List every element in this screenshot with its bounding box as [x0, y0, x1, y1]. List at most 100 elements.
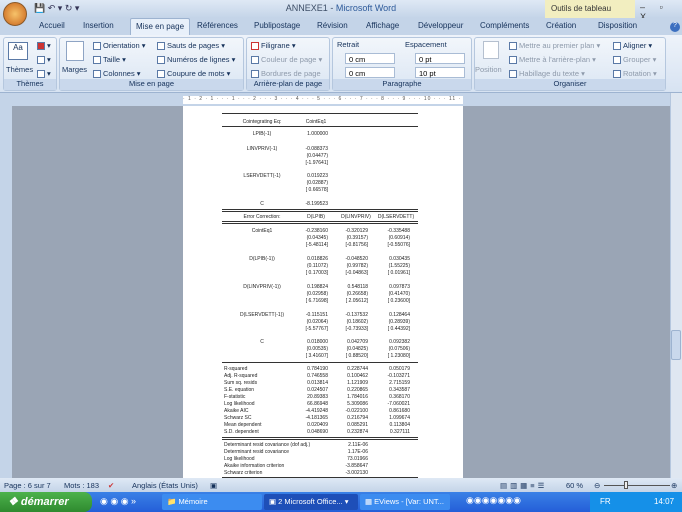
bring-front-button[interactable]: Mettre au premier plan ▾: [509, 41, 600, 51]
position-icon[interactable]: [483, 41, 499, 59]
task-memoire[interactable]: 📁 Mémoire: [162, 494, 262, 510]
table-rule: [222, 437, 418, 438]
table-cell: [ 0.66578]: [305, 187, 328, 193]
table-cell: 1.099674: [389, 415, 410, 421]
table-tools-context: Outils de tableau: [545, 0, 635, 18]
text-wrap-button[interactable]: Habillage du texte ▾: [509, 69, 585, 79]
redo-icon[interactable]: ↻: [65, 3, 73, 13]
orientation-button[interactable]: Orientation ▾: [93, 41, 146, 51]
send-back-button[interactable]: Mettre à l'arrière-plan ▾: [509, 55, 596, 65]
theme-colors-icon[interactable]: ▾: [37, 41, 51, 51]
table-cell: -3.858647: [345, 463, 368, 469]
macro-icon[interactable]: ▣: [210, 481, 217, 490]
save-icon[interactable]: 💾: [34, 3, 45, 13]
ribbon-tabs: Accueil Insertion Mise en page Références Pu…: [0, 18, 682, 35]
zoom-out-icon[interactable]: ⊖: [594, 481, 600, 490]
language-bar[interactable]: FR: [600, 497, 611, 506]
line-numbers-button[interactable]: Numéros de lignes ▾: [157, 55, 235, 65]
system-tray: FR 14:07: [590, 492, 682, 512]
page-count[interactable]: Page : 6 sur 7: [4, 481, 51, 490]
language-indicator[interactable]: Anglais (États Unis): [132, 481, 198, 490]
tab-10[interactable]: Disposition: [598, 21, 637, 30]
rotate-button[interactable]: Rotation ▾: [613, 69, 657, 79]
table-cell: 1.000000: [307, 131, 328, 137]
table-cell: Schwarz SC: [224, 415, 252, 421]
spacing-before-input[interactable]: 0 pt: [415, 53, 465, 64]
page-borders-button[interactable]: Bordures de page: [251, 69, 321, 79]
table-cell: -0.335488: [387, 228, 410, 234]
media-toolbar[interactable]: ◉◉◉◉◉◉◉: [466, 495, 521, 506]
table-cell: 0.128464: [389, 312, 410, 318]
table-cell: -0.103271: [387, 373, 410, 379]
table-cell: Mean dependent: [224, 422, 262, 428]
table-cell: Adj. R-squared: [224, 373, 258, 379]
office-button[interactable]: [3, 2, 27, 26]
view-buttons[interactable]: ▤▥▦≡☰: [500, 481, 547, 490]
tab-5[interactable]: Révision: [317, 21, 348, 30]
zoom-slider-thumb[interactable]: [624, 481, 628, 489]
zoom-slider[interactable]: [604, 485, 670, 486]
table-cell: [-0.55076]: [387, 242, 410, 248]
quick-launch-icons[interactable]: ◉ ◉ ◉ »: [100, 496, 136, 507]
zoom-level[interactable]: 60 %: [566, 481, 583, 490]
tab-0[interactable]: Accueil: [39, 21, 65, 30]
themes-icon[interactable]: Aa: [8, 42, 28, 60]
table-cell: 0.092382: [389, 339, 410, 345]
indent-left-input[interactable]: 0 cm: [345, 53, 395, 64]
table-cell: -3.002130: [345, 470, 368, 476]
table-cell: [ 1.23080]: [387, 353, 410, 359]
group-label: Thèmes: [4, 79, 56, 90]
table-cell: R-squared: [224, 366, 248, 372]
table-rule: [222, 223, 418, 224]
margins-button[interactable]: Marges: [62, 65, 87, 74]
tab-1[interactable]: Insertion: [83, 21, 114, 30]
table-rule: [222, 209, 418, 210]
help-icon[interactable]: ?: [670, 22, 680, 32]
table-cell: 73.01966: [347, 456, 368, 462]
tab-2[interactable]: Mise en page: [130, 18, 191, 35]
table-cell: [-1.97641]: [305, 160, 328, 166]
tab-4[interactable]: Publipostage: [254, 21, 300, 30]
customize-qat-icon[interactable]: ▾: [75, 3, 80, 13]
vertical-ruler[interactable]: [0, 106, 12, 478]
tab-3[interactable]: Références: [197, 21, 238, 30]
tab-8[interactable]: Compléments: [480, 21, 529, 30]
group-button[interactable]: Grouper ▾: [613, 55, 656, 65]
columns-button[interactable]: Colonnes ▾: [93, 69, 141, 79]
group-label: Paragraphe: [333, 79, 471, 90]
word-count[interactable]: Mots : 183: [64, 481, 99, 490]
tab-6[interactable]: Affichage: [366, 21, 399, 30]
table-cell: S.E. equation: [224, 387, 255, 393]
table-cell: Schwarz criterion: [224, 470, 263, 476]
task-eviews[interactable]: ▦ EViews - [Var: UNT...: [360, 494, 450, 510]
align-button[interactable]: Aligner ▾: [613, 41, 652, 51]
vertical-scrollbar[interactable]: [670, 93, 682, 478]
tab-7[interactable]: Développeur: [418, 21, 463, 30]
scrollbar-thumb[interactable]: [671, 330, 681, 360]
table-cell: Sum sq. resids: [224, 380, 258, 386]
zoom-in-icon[interactable]: ⊕: [671, 481, 677, 490]
tab-9[interactable]: Création: [546, 21, 576, 30]
start-button[interactable]: ❖ démarrer: [0, 492, 92, 512]
proofing-icon[interactable]: ✔: [108, 481, 114, 490]
table-cell: 0.019223: [307, 173, 328, 179]
themes-button[interactable]: Thèmes: [6, 65, 33, 74]
theme-fonts-icon[interactable]: ▾: [37, 55, 51, 65]
undo-icon[interactable]: ↶ ▾: [48, 3, 63, 13]
breaks-button[interactable]: Sauts de pages ▾: [157, 41, 225, 51]
table-cell: Determinant resid covariance: [224, 449, 290, 455]
table-cell: (0.60914): [388, 235, 410, 241]
position-button[interactable]: Position: [475, 65, 502, 74]
margins-icon[interactable]: [66, 41, 84, 61]
task-word[interactable]: ▣ 2 Microsoft Office... ▾: [264, 494, 358, 510]
indent-right-input[interactable]: 0 cm: [345, 67, 395, 78]
hyphenation-button[interactable]: Coupure de mots ▾: [157, 69, 230, 79]
table-cell: 0.343587: [389, 387, 410, 393]
table-cell: (0.04477): [306, 153, 328, 159]
table-rule: [222, 126, 418, 127]
spacing-after-input[interactable]: 10 pt: [415, 67, 465, 78]
size-button[interactable]: Taille ▾: [93, 55, 126, 65]
page-color-button[interactable]: Couleur de page ▾: [251, 55, 322, 65]
theme-effects-icon[interactable]: ▾: [37, 69, 51, 79]
watermark-button[interactable]: Filigrane ▾: [251, 41, 296, 51]
